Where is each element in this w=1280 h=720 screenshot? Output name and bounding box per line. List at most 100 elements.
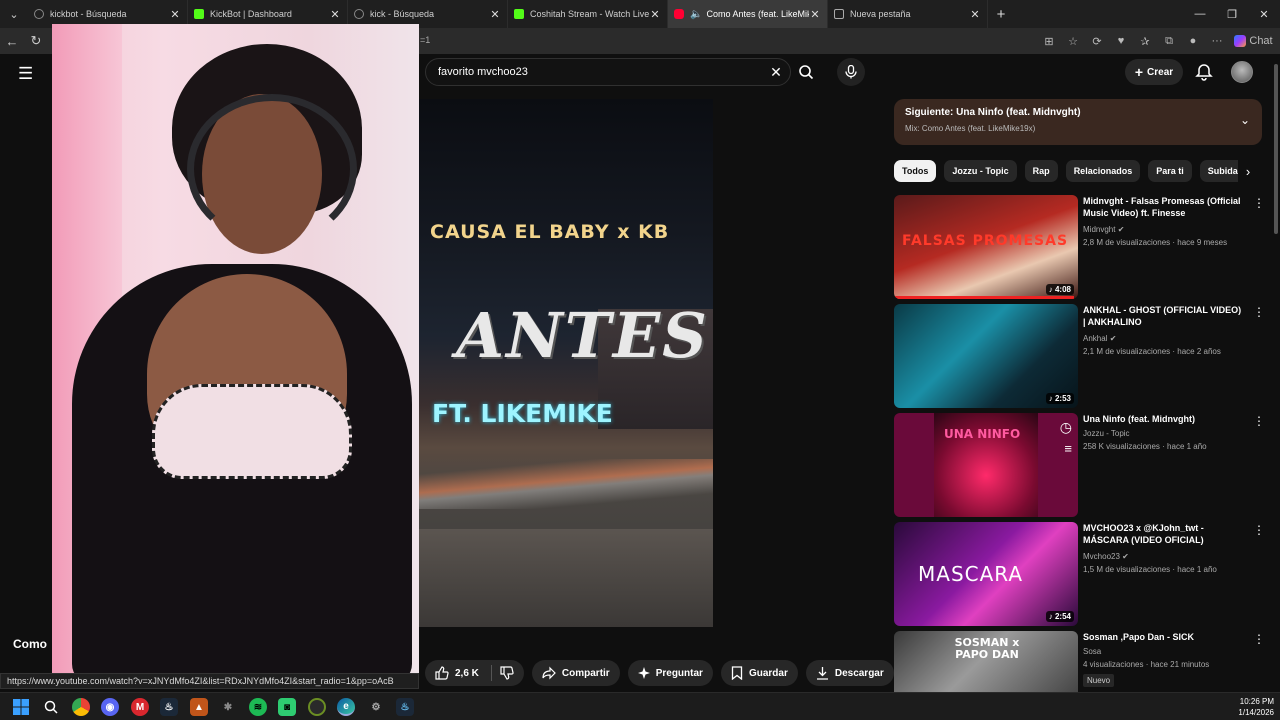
taskbar-search-icon[interactable] xyxy=(42,698,60,716)
list-item[interactable]: MASCARA ♪ 2:54 MVCHOO23 x @KJohn_twt - M… xyxy=(894,522,1265,626)
up-next-panel[interactable]: Siguiente: Una Ninfo (feat. Midnvght) Mi… xyxy=(894,99,1262,145)
app-available-icon[interactable]: ⊞ xyxy=(1038,30,1060,52)
video-thumbnail[interactable]: UNA NINFO ◷ ≡ xyxy=(894,413,1078,517)
channel-name-row[interactable]: Ankhal ✔ xyxy=(1083,334,1116,343)
left-dark-strip xyxy=(0,99,52,694)
tab-actions-menu-icon[interactable]: ⌄ xyxy=(0,0,28,28)
like-button[interactable]: 2,6 K xyxy=(425,660,524,686)
more-options-icon[interactable]: ⋮ xyxy=(1253,306,1265,318)
account-avatar[interactable] xyxy=(1231,61,1253,83)
video-title[interactable]: Una Ninfo (feat. Midnvght) xyxy=(1083,413,1243,425)
settings-gear-app-icon[interactable]: ✱ xyxy=(219,698,237,716)
channel-name[interactable]: Jozzu - Topic xyxy=(1083,429,1130,438)
channel-name-row[interactable]: Midnvght ✔ xyxy=(1083,225,1124,234)
reload-icon[interactable]: ↻ xyxy=(24,33,48,49)
chip-para-ti[interactable]: Para ti xyxy=(1148,160,1192,182)
download-button[interactable]: Descargar xyxy=(805,660,894,686)
more-options-icon[interactable]: ⋮ xyxy=(1253,197,1265,209)
channel-name: Ankhal xyxy=(1083,334,1108,343)
steam-client-icon[interactable]: ♨ xyxy=(396,698,414,716)
scrollbar-thumb[interactable] xyxy=(1274,64,1278,234)
copilot-icon xyxy=(1234,35,1246,47)
video-player[interactable]: CAUSA EL BABY x KB ANTES FT. LIKEMIKE xyxy=(418,99,713,627)
video-title[interactable]: MVCHOO23 x @KJohn_twt - MÁSCARA (VIDEO O… xyxy=(1083,522,1243,546)
close-tab-icon[interactable]: ✕ xyxy=(489,8,501,21)
app-launcher-icon[interactable]: ▲ xyxy=(190,698,208,716)
save-button[interactable]: Guardar xyxy=(720,660,798,686)
discord-icon[interactable]: ◉ xyxy=(101,698,119,716)
extension-icon[interactable]: ⟳ xyxy=(1086,30,1108,52)
more-options-icon[interactable]: ⋮ xyxy=(1253,524,1265,536)
notifications-bell-icon[interactable] xyxy=(1194,62,1214,82)
back-icon[interactable]: ← xyxy=(0,34,24,49)
video-title[interactable]: ANKHAL - GHOST (OFFICIAL VIDEO) | ANKHAL… xyxy=(1083,304,1243,328)
chevron-down-icon[interactable]: ⌄ xyxy=(1240,113,1250,127)
list-item[interactable]: UNA NINFO ◷ ≡ Una Ninfo (feat. Midnvght)… xyxy=(894,413,1265,517)
video-title[interactable]: Sosman ,Papo Dan - SICK xyxy=(1083,631,1243,643)
windows-start-icon[interactable] xyxy=(12,698,30,716)
page-scrollbar[interactable] xyxy=(1272,54,1280,692)
chrome-icon[interactable] xyxy=(72,698,90,716)
favorites-icon[interactable]: ✰ xyxy=(1134,30,1156,52)
more-options-icon[interactable]: ⋮ xyxy=(1253,633,1262,645)
close-window-icon[interactable]: ✕ xyxy=(1248,0,1280,28)
channel-name-row[interactable]: Mvchoo23 ✔ xyxy=(1083,552,1129,561)
tab-new-tab[interactable]: Nueva pestaña ✕ xyxy=(828,0,988,28)
browser-essentials-icon[interactable]: ♥ xyxy=(1110,30,1132,52)
list-item[interactable]: SOSMAN x PAPO DAN Sosman ,Papo Dan - SIC… xyxy=(894,631,1262,692)
bookmark-icon xyxy=(731,666,743,680)
spotify-icon[interactable]: ≋ xyxy=(249,698,267,716)
video-thumbnail[interactable]: MASCARA ♪ 2:54 xyxy=(894,522,1078,626)
close-tab-icon[interactable]: ✕ xyxy=(809,8,821,21)
chip-relacionados[interactable]: Relacionados xyxy=(1065,160,1141,182)
video-meta: 1,5 M de visualizaciones · hace 1 año xyxy=(1083,565,1217,574)
chevron-right-icon[interactable]: › xyxy=(1238,160,1258,182)
close-tab-icon[interactable]: ✕ xyxy=(169,8,181,21)
chip-todos[interactable]: Todos xyxy=(894,160,937,182)
video-thumbnail[interactable]: SOSMAN x PAPO DAN xyxy=(894,631,1078,692)
settings-icon[interactable]: ⚙ xyxy=(367,698,385,716)
thumbs-down-icon[interactable] xyxy=(500,666,514,680)
list-item[interactable]: ♪ 2:53 ANKHAL - GHOST (OFFICIAL VIDEO) |… xyxy=(894,304,1265,408)
video-thumbnail[interactable]: ♪ 2:53 xyxy=(894,304,1078,408)
share-button[interactable]: Compartir xyxy=(531,660,620,686)
profile-icon[interactable]: ● xyxy=(1182,30,1204,52)
video-thumbnail[interactable]: FALSAS PROMESAS ♪ 4:08 xyxy=(894,195,1078,299)
new-tab-button[interactable]: + xyxy=(988,6,1014,23)
search-button[interactable] xyxy=(793,58,819,86)
voice-search-button[interactable] xyxy=(837,58,865,86)
url-text[interactable]: =1 xyxy=(420,35,430,45)
watch-later-icon[interactable]: ◷ xyxy=(1060,419,1072,436)
system-clock[interactable]: 10:26 PM 1/14/2026 xyxy=(1238,696,1274,718)
favorite-star-icon[interactable]: ☆ xyxy=(1062,30,1084,52)
more-options-icon[interactable]: ⋮ xyxy=(1253,415,1265,427)
clear-search-icon[interactable]: ✕ xyxy=(766,62,786,82)
close-tab-icon[interactable]: ✕ xyxy=(969,8,981,21)
extensions-icon[interactable]: ⧉ xyxy=(1158,30,1180,52)
search-input[interactable]: favorito mvchoo23 ✕ xyxy=(425,58,791,86)
more-menu-icon[interactable]: ··· xyxy=(1206,30,1228,52)
ask-button[interactable]: Preguntar xyxy=(627,660,713,686)
mega-icon[interactable]: M xyxy=(131,698,149,716)
duration-text: 4:08 xyxy=(1054,285,1071,294)
tab-como-antes[interactable]: 🔈 Como Antes (feat. LikeMike19 ✕ xyxy=(668,0,828,28)
add-to-queue-icon[interactable]: ≡ xyxy=(1064,441,1072,456)
minimize-icon[interactable]: — xyxy=(1184,0,1216,28)
speaker-icon[interactable]: 🔈 xyxy=(690,9,702,20)
copilot-chat-button[interactable]: Chat xyxy=(1230,30,1276,52)
close-tab-icon[interactable]: ✕ xyxy=(649,8,661,21)
menu-icon[interactable]: ☰ xyxy=(18,64,33,84)
chip-rap[interactable]: Rap xyxy=(1024,160,1058,182)
chip-jozzu-topic[interactable]: Jozzu - Topic xyxy=(944,160,1017,182)
maximize-icon[interactable]: ❐ xyxy=(1216,0,1248,28)
game-app-icon[interactable]: ◙ xyxy=(278,698,296,716)
edge-icon[interactable]: e xyxy=(337,698,355,716)
close-tab-icon[interactable]: ✕ xyxy=(329,8,341,21)
tab-coshitah-stream[interactable]: Coshitah Stream - Watch Live on ✕ xyxy=(508,0,668,28)
xbox-icon[interactable] xyxy=(308,698,326,716)
create-button[interactable]: + Crear xyxy=(1125,59,1183,85)
steam-icon[interactable]: ♨ xyxy=(160,698,178,716)
video-title[interactable]: Midnvght - Falsas Promesas (Official Mus… xyxy=(1083,195,1243,219)
list-item[interactable]: FALSAS PROMESAS ♪ 4:08 Midnvght - Falsas… xyxy=(894,195,1265,299)
channel-name[interactable]: Sosa xyxy=(1083,647,1101,656)
